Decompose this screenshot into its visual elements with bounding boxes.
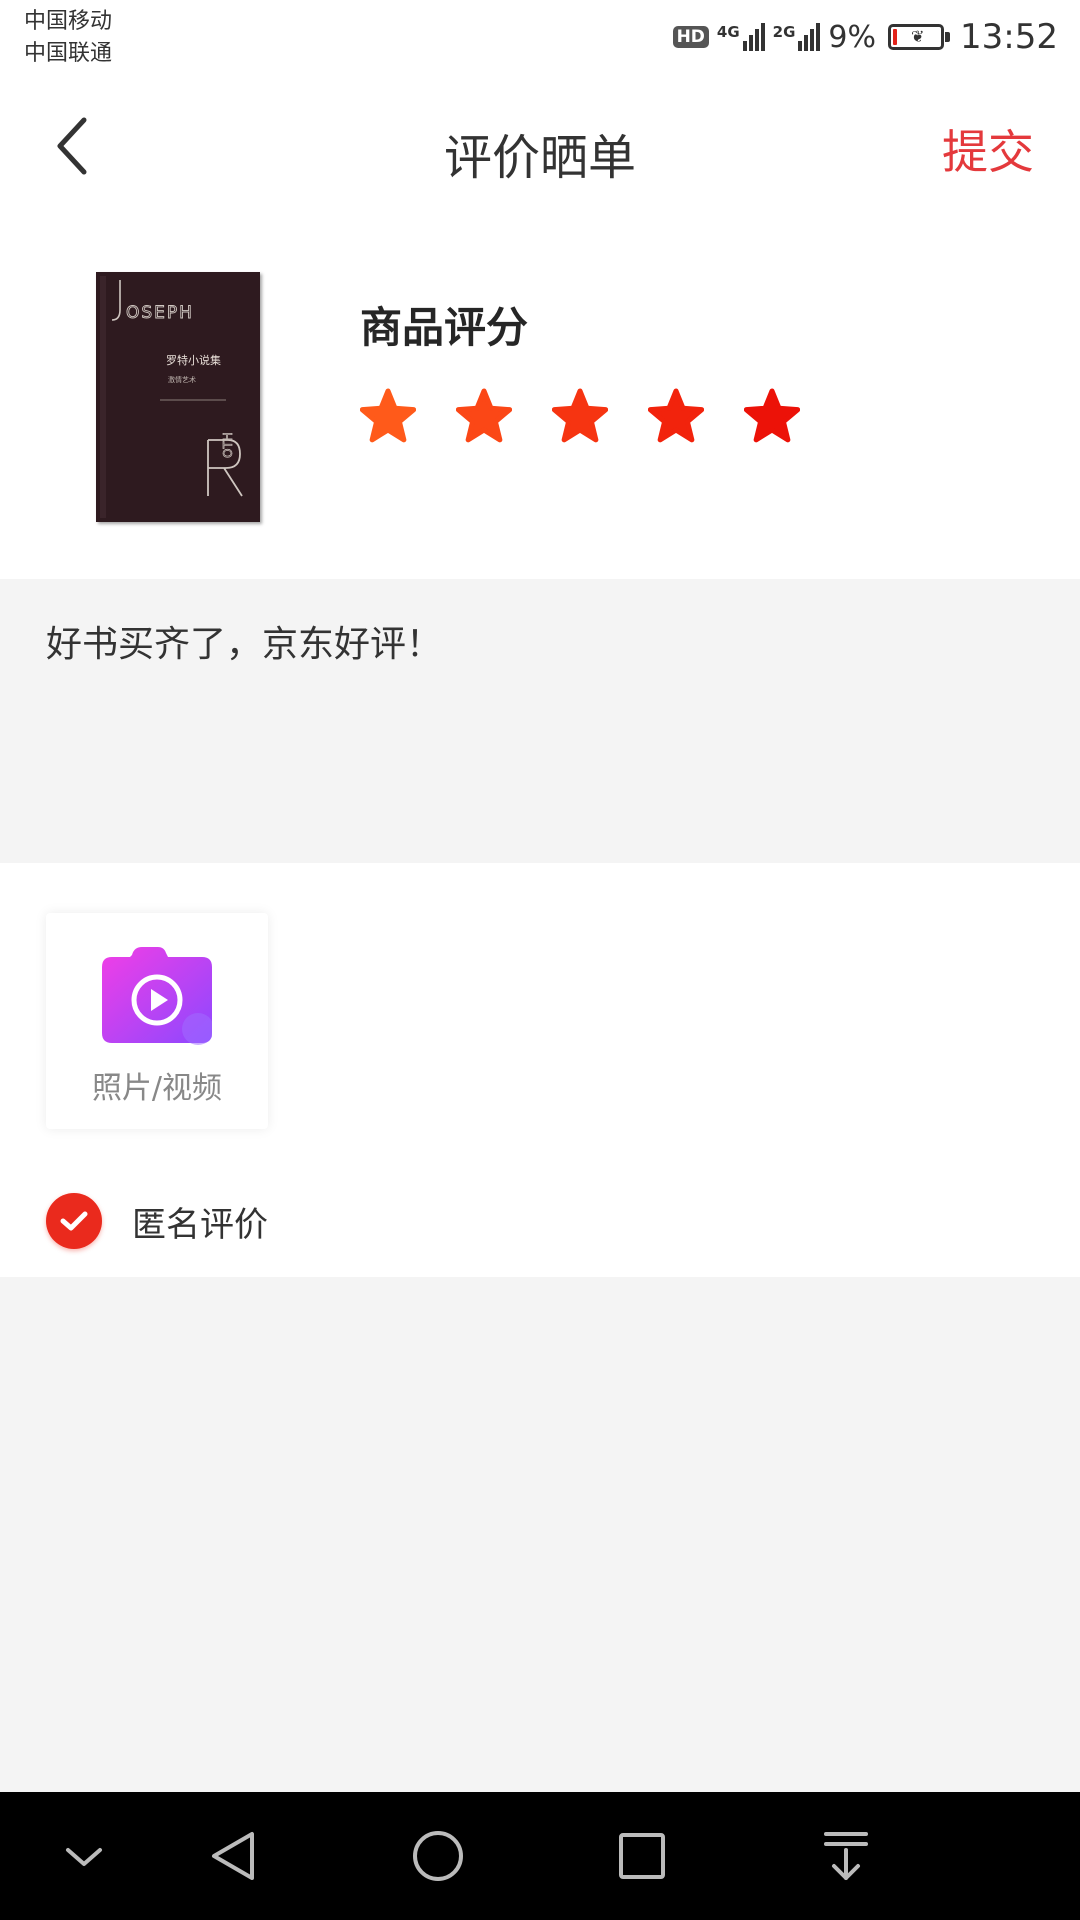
hd-badge: HD xyxy=(672,26,709,48)
star-icon[interactable] xyxy=(744,388,800,444)
checkmark-icon[interactable] xyxy=(46,1193,102,1249)
product-rating-section: OSEPH 罗特小说集 激情艺术 OTH 商品评分 xyxy=(0,214,1080,579)
anonymous-toggle[interactable]: 匿名评价 xyxy=(46,1193,268,1249)
camera-video-icon xyxy=(102,947,212,1045)
comment-text: 好书买齐了，京东好评！ xyxy=(46,624,443,665)
back-triangle-icon[interactable] xyxy=(204,1826,264,1886)
carrier-1: 中国移动 xyxy=(24,9,113,34)
star-icon[interactable] xyxy=(648,388,704,444)
svg-text:OTH: OTH xyxy=(221,432,235,458)
chevron-left-icon[interactable] xyxy=(50,114,100,178)
collapse-icon[interactable] xyxy=(54,1826,114,1886)
signal-4g-icon: 4G xyxy=(717,23,765,51)
cover-title: 罗特小说集 xyxy=(166,353,221,367)
cover-subtitle: 激情艺术 xyxy=(168,375,196,384)
review-page: 中国移动 中国联通 HD 4G 2G 9% ❦ 13:52 评价晒单 提交 OS… xyxy=(0,0,1080,1920)
home-circle-icon[interactable] xyxy=(408,1826,468,1886)
network-type-1: 4G xyxy=(716,23,740,41)
page-title: 评价晒单 xyxy=(443,130,636,186)
upload-section: 照片/视频 匿名评价 xyxy=(0,863,1080,1277)
status-bar: 中国移动 中国联通 HD 4G 2G 9% ❦ 13:52 xyxy=(0,0,1080,78)
submit-button[interactable]: 提交 xyxy=(942,116,1034,182)
system-nav-bar xyxy=(0,1792,1080,1920)
battery-icon: ❦ xyxy=(888,24,951,50)
comment-textarea[interactable]: 好书买齐了，京东好评！ xyxy=(0,579,1080,863)
book-cover-art: OSEPH 罗特小说集 激情艺术 OTH xyxy=(96,272,260,522)
header: 评价晒单 提交 xyxy=(0,78,1080,214)
svg-text:OSEPH: OSEPH xyxy=(126,303,194,323)
anonymous-label: 匿名评价 xyxy=(132,1204,268,1245)
star-icon[interactable] xyxy=(456,388,512,444)
battery-level xyxy=(893,29,898,45)
carrier-info: 中国移动 中国联通 xyxy=(24,6,112,70)
status-indicators: HD 4G 2G 9% ❦ 13:52 xyxy=(672,14,1058,60)
rating-label: 商品评分 xyxy=(360,303,529,352)
notification-pull-icon[interactable] xyxy=(816,1826,876,1886)
recents-square-icon[interactable] xyxy=(612,1826,672,1886)
product-image[interactable]: OSEPH 罗特小说集 激情艺术 OTH xyxy=(96,272,260,522)
upload-label: 照片/视频 xyxy=(91,1071,223,1106)
battery-percent: 9% xyxy=(828,19,877,55)
leaf-icon: ❦ xyxy=(911,27,925,46)
network-type-2: 2G xyxy=(772,23,796,41)
star-rating[interactable] xyxy=(360,388,800,444)
star-icon[interactable] xyxy=(552,388,608,444)
star-icon[interactable] xyxy=(360,388,416,444)
carrier-2: 中国联通 xyxy=(24,41,113,66)
clock: 13:52 xyxy=(960,17,1058,57)
upload-media-button[interactable]: 照片/视频 xyxy=(46,913,268,1129)
signal-2g-icon: 2G xyxy=(773,23,821,51)
